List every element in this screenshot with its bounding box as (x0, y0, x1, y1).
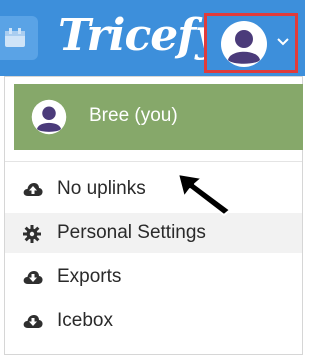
current-user-row[interactable]: Bree (you) (14, 84, 303, 150)
menu-item-icebox[interactable]: Icebox (5, 301, 302, 341)
profile-dropdown-menu: Bree (you) No uplinks Personal Settings … (4, 76, 303, 355)
menu-item-label: No uplinks (57, 178, 146, 199)
user-avatar-icon (31, 99, 67, 135)
calendar-button[interactable] (0, 16, 38, 60)
menu-item-label: Exports (57, 266, 122, 287)
mouse-pointer-icon (177, 173, 231, 216)
current-user-name: Bree (you) (89, 105, 178, 126)
menu-item-no-uplinks[interactable]: No uplinks (5, 169, 302, 209)
menu-divider (5, 161, 302, 162)
cloud-download-icon (23, 271, 43, 284)
calendar-icon (5, 28, 25, 47)
top-bar: Tricefy (0, 0, 305, 76)
tricefy-logo: Tricefy (58, 10, 221, 61)
menu-item-personal-settings[interactable]: Personal Settings (5, 213, 302, 253)
user-avatar-icon (221, 21, 267, 67)
gear-icon (23, 225, 41, 243)
chevron-down-icon (277, 38, 289, 46)
menu-item-label: Icebox (57, 310, 113, 331)
profile-menu-button[interactable] (204, 13, 298, 73)
menu-item-label: Personal Settings (57, 222, 206, 243)
menu-item-exports[interactable]: Exports (5, 257, 302, 297)
cloud-upload-icon (23, 183, 43, 196)
cloud-download-icon (23, 315, 43, 328)
